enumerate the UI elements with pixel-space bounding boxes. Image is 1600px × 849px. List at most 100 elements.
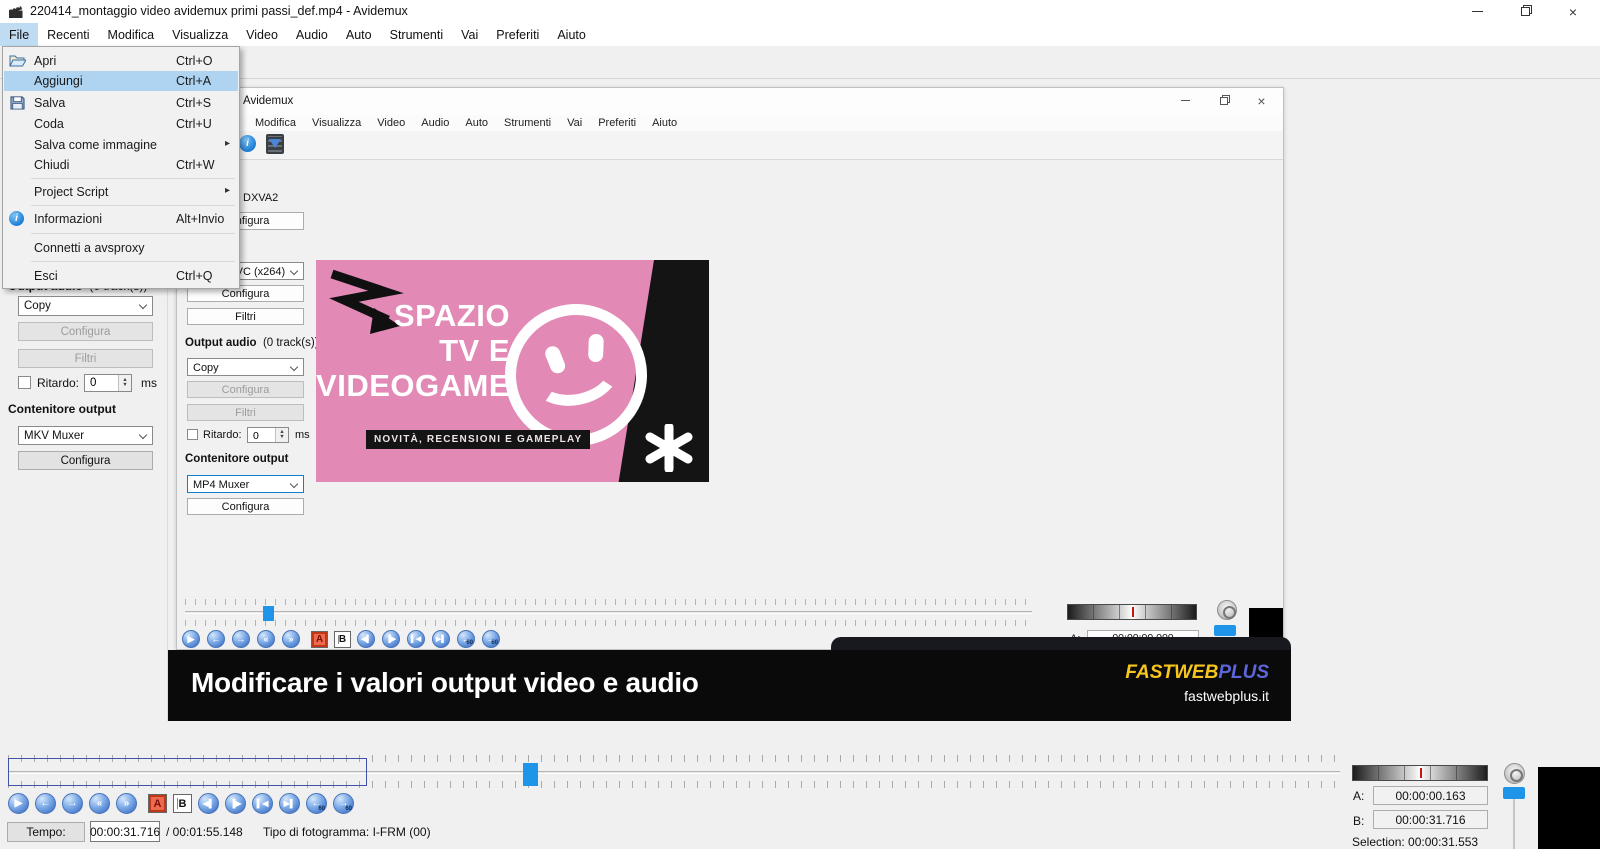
- chevron-down-icon: [139, 301, 147, 309]
- muxer-select[interactable]: MKV Muxer: [18, 426, 153, 445]
- file-menu: Apri Ctrl+O Aggiungi Ctrl+A Salva Ctrl+S…: [2, 46, 240, 289]
- menu-audio[interactable]: Audio: [287, 23, 337, 46]
- shuttle-slider[interactable]: [1352, 765, 1488, 781]
- tempo-button[interactable]: Tempo:: [7, 822, 85, 842]
- forward-one-minute-button[interactable]: →60: [333, 793, 354, 814]
- set-marker-b-button[interactable]: B: [173, 794, 192, 813]
- inner-output-audio-label: Output audio: [185, 337, 257, 349]
- goto-marker-a-button[interactable]: ◀▌: [198, 793, 219, 814]
- inner-set-marker-a-button: A: [311, 631, 328, 648]
- muxer-configura-button[interactable]: Configura: [18, 451, 153, 470]
- app-icon: [8, 4, 25, 19]
- shuttle-center-mark: [1420, 768, 1422, 778]
- volume-track: [1513, 799, 1515, 849]
- marker-a-label: A:: [1353, 789, 1364, 803]
- menu-aiuto[interactable]: Aiuto: [548, 23, 595, 46]
- menu-separator: [31, 261, 235, 262]
- inner-ritardo-label: Ritardo:: [203, 429, 242, 441]
- shuttle-center-mark: [1132, 607, 1134, 617]
- menu-recenti[interactable]: Recenti: [38, 23, 98, 46]
- inner-previous-frame-button: ←: [207, 630, 225, 648]
- inner-menu-vai: Vai: [559, 115, 590, 131]
- video-title-line3: VIDEOGAME: [316, 368, 510, 403]
- info-icon: i: [9, 211, 24, 226]
- file-menu-item-connetti-a-avsproxy[interactable]: Connetti a avsproxy: [4, 238, 238, 258]
- menu-vai[interactable]: Vai: [452, 23, 487, 46]
- inner-ritardo-spinner: 0 ▲▼: [247, 427, 289, 443]
- inner-back-one-minute-button: ←60: [457, 630, 475, 648]
- inner-set-marker-b-button: B: [334, 631, 351, 648]
- inner-muxer-select: MP4 Muxer: [187, 475, 304, 493]
- ritardo-spinner[interactable]: 0 ▲▼: [84, 374, 132, 392]
- file-menu-item-salva-come-immagine[interactable]: Salva come immagine ▸: [4, 135, 238, 155]
- previous-keyframe-button[interactable]: «: [89, 793, 110, 814]
- inner-forward-one-minute-button: →60: [482, 630, 500, 648]
- spinner-arrows-icon[interactable]: ▲▼: [118, 375, 131, 391]
- spinner-arrows-icon: ▲▼: [275, 428, 288, 442]
- inner-menu-bar: Modifica Visualizza Video Audio Auto Str…: [177, 115, 1283, 131]
- inner-titlebar: Avidemux ×: [177, 88, 1283, 115]
- close-button[interactable]: ×: [1564, 3, 1582, 21]
- next-frame-button[interactable]: →: [62, 793, 83, 814]
- goto-marker-b-button[interactable]: ▐▶: [225, 793, 246, 814]
- menu-video[interactable]: Video: [237, 23, 287, 46]
- volume-handle[interactable]: [1503, 787, 1525, 799]
- audio-codec-select[interactable]: Copy: [18, 296, 153, 316]
- close-icon: ×: [1569, 5, 1577, 19]
- menu-separator: [31, 205, 235, 206]
- file-menu-item-apri[interactable]: Apri Ctrl+O: [4, 51, 238, 71]
- inner-next-keyframe-button: »: [282, 630, 300, 648]
- timeline-thumb[interactable]: [523, 763, 538, 786]
- selection-length-label: Selection: 00:00:31.553: [1352, 835, 1478, 849]
- file-menu-item-esci[interactable]: Esci Ctrl+Q: [4, 266, 238, 286]
- window-title: 220414_montaggio video avidemux primi pa…: [30, 4, 408, 18]
- chevron-down-icon: [290, 480, 298, 488]
- menu-visualizza[interactable]: Visualizza: [163, 23, 237, 46]
- inner-menu-audio: Audio: [413, 115, 457, 131]
- file-menu-item-salva[interactable]: Salva Ctrl+S: [4, 93, 238, 113]
- file-menu-item-informazioni[interactable]: i Informazioni Alt+Invio: [4, 209, 238, 229]
- ritardo-checkbox[interactable]: [18, 376, 31, 389]
- audio-configura-button: Configura: [18, 322, 153, 341]
- next-keyframe-button[interactable]: »: [116, 793, 137, 814]
- file-menu-item-chiudi[interactable]: Chiudi Ctrl+W: [4, 155, 238, 175]
- time-current-input[interactable]: 00:00:31.716: [90, 821, 160, 842]
- menu-strumenti[interactable]: Strumenti: [381, 23, 453, 46]
- brand-site: fastwebplus.it: [1184, 688, 1269, 704]
- menu-auto[interactable]: Auto: [337, 23, 381, 46]
- set-marker-a-button[interactable]: A: [148, 794, 167, 813]
- video-preview-area: Avidemux × Modifica Visualizza Video Aud…: [167, 79, 1290, 721]
- ms-label: ms: [141, 376, 157, 390]
- restore-button[interactable]: [1516, 3, 1534, 21]
- file-menu-item-coda[interactable]: Coda Ctrl+U: [4, 114, 238, 134]
- play-button[interactable]: ▶: [8, 793, 29, 814]
- inner-minimize-button: [1178, 93, 1193, 108]
- toolbar-strip: [0, 46, 1600, 79]
- audio-filtri-button: Filtri: [18, 349, 153, 368]
- inner-restore-button: [1216, 93, 1231, 108]
- menu-preferiti[interactable]: Preferiti: [487, 23, 548, 46]
- back-one-minute-button[interactable]: ←60: [306, 793, 327, 814]
- first-frame-button[interactable]: ▌◀: [252, 793, 273, 814]
- file-menu-item-aggiungi[interactable]: Aggiungi Ctrl+A: [4, 71, 238, 91]
- inner-menu-aiuto: Aiuto: [644, 115, 685, 131]
- submenu-arrow-icon: ▸: [225, 185, 230, 196]
- menu-file[interactable]: File: [0, 23, 38, 46]
- menu-modifica[interactable]: Modifica: [99, 23, 164, 46]
- last-frame-button[interactable]: ▶▌: [279, 793, 300, 814]
- video-frame: SPAZIO TV E VIDEOGAME NOVITÀ, RECENSIONI…: [316, 260, 709, 482]
- speaker-icon[interactable]: [1504, 763, 1525, 784]
- previous-frame-button[interactable]: ←: [35, 793, 56, 814]
- video-title-line1: SPAZIO: [316, 298, 510, 333]
- inner-menu-preferiti: Preferiti: [590, 115, 644, 131]
- inner-timeline-slider: [185, 599, 1032, 629]
- inner-muxer-configura-button: Configura: [187, 498, 304, 515]
- timeline-slider[interactable]: [8, 755, 1340, 791]
- preview-thumbnail: [1538, 767, 1600, 849]
- inner-output-audio-tracks: (0 track(s)): [263, 337, 319, 349]
- file-menu-item-project-script[interactable]: Project Script ▸: [4, 182, 238, 202]
- inner-close-button: ×: [1254, 93, 1269, 108]
- inner-ms-label: ms: [295, 429, 310, 441]
- save-icon: [9, 95, 26, 110]
- minimize-button[interactable]: [1468, 3, 1486, 21]
